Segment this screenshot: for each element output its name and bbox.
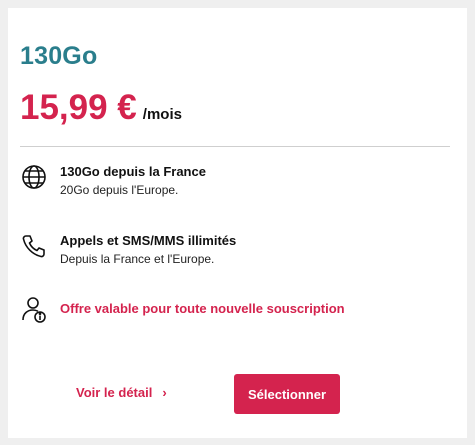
see-detail-link[interactable]: Voir le détail ›: [76, 385, 167, 400]
offer-card: 130Go 15,99 € /mois 130Go depuis la Fran…: [8, 8, 467, 438]
feature-subtitle: 20Go depuis l'Europe.: [60, 183, 179, 197]
globe-icon: [20, 163, 48, 191]
feature-title: 130Go depuis la France: [60, 164, 206, 179]
feature-data: 130Go depuis la France 20Go depuis l'Eur…: [20, 163, 206, 199]
select-button[interactable]: Sélectionner: [234, 374, 340, 414]
phone-icon: [20, 232, 48, 260]
feature-offer-note: Offre valable pour toute nouvelle souscr…: [20, 296, 345, 324]
offer-note: Offre valable pour toute nouvelle souscr…: [60, 301, 345, 316]
chevron-right-icon: ›: [162, 385, 167, 400]
feature-calls: Appels et SMS/MMS illimités Depuis la Fr…: [20, 232, 236, 268]
feature-title: Appels et SMS/MMS illimités: [60, 233, 237, 248]
price: 15,99 €: [20, 88, 137, 127]
see-detail-label: Voir le détail: [76, 385, 153, 400]
user-info-icon: [20, 296, 48, 324]
divider: [20, 146, 450, 147]
price-period: /mois: [142, 106, 182, 123]
plan-name: 130Go: [20, 42, 98, 70]
feature-subtitle: Depuis la France et l'Europe.: [60, 252, 215, 266]
price-row: 15,99 € /mois: [20, 88, 182, 128]
